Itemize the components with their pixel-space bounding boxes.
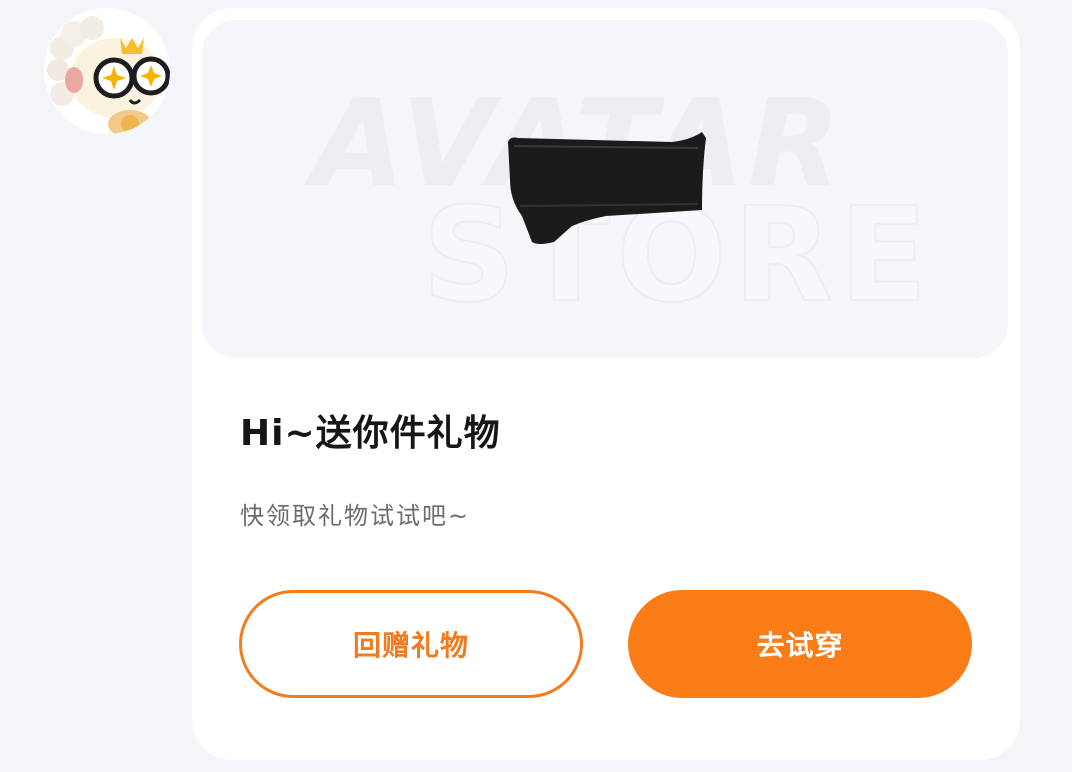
sender-avatar[interactable] [44, 8, 170, 134]
gift-banner: AVATAR STORE [202, 20, 1008, 358]
return-gift-label: 回赠礼物 [352, 629, 469, 662]
chat-message-page: AVATAR STORE Hi~送你件礼物 快领取礼物试试吧~ 回赠礼物 去试穿 [0, 0, 1072, 772]
gift-card[interactable]: AVATAR STORE Hi~送你件礼物 快领取礼物试试吧~ 回赠礼物 去试穿 [192, 8, 1020, 760]
return-gift-button[interactable]: 回赠礼物 [239, 590, 583, 698]
try-on-button[interactable]: 去试穿 [628, 590, 972, 698]
gift-subtitle: 快领取礼物试试吧~ [240, 502, 471, 530]
gift-title: Hi~送你件礼物 [240, 413, 501, 454]
try-on-label: 去试穿 [756, 629, 844, 662]
cartoon-sheep-avatar-icon [44, 8, 170, 134]
